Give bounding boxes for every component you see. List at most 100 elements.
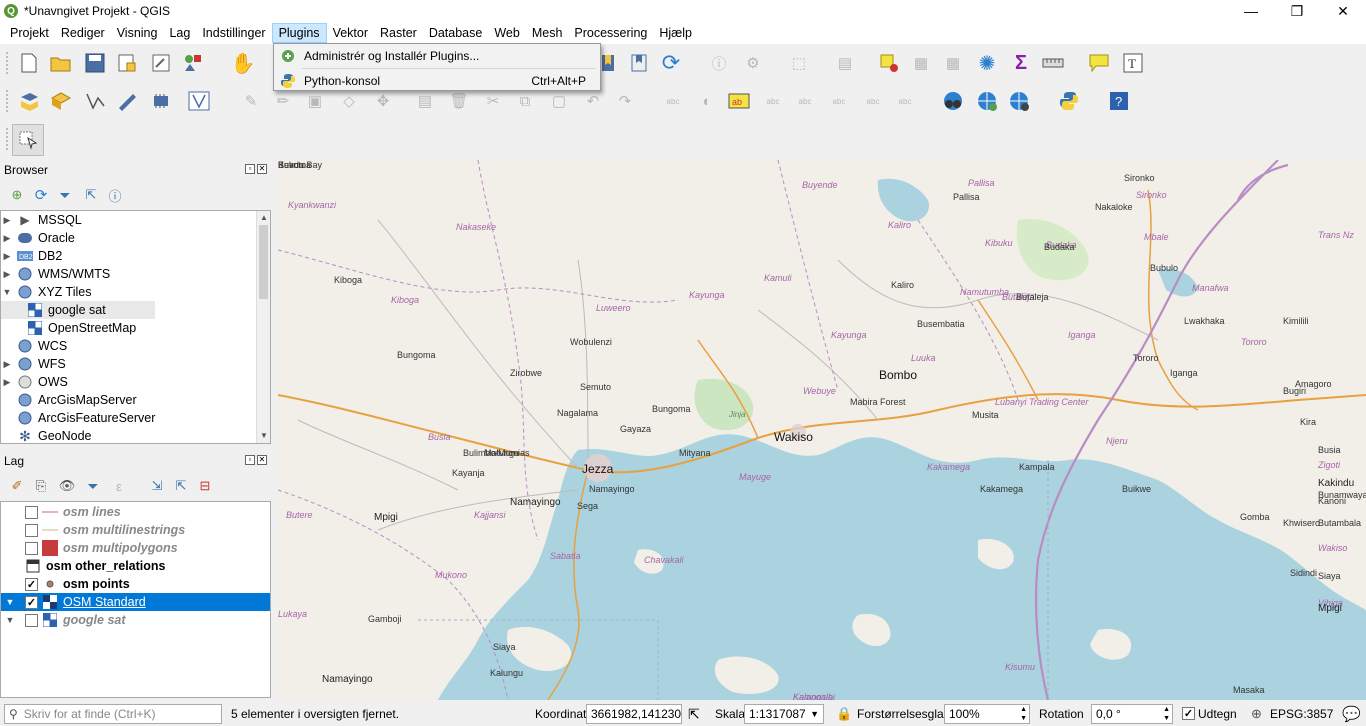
- close-panel-icon[interactable]: ✕: [257, 164, 267, 174]
- pan-map-icon[interactable]: ✋: [231, 52, 256, 75]
- paste-features-icon[interactable]: ▢: [548, 90, 570, 112]
- browser-item[interactable]: ▶ WMS/WMTS: [1, 265, 270, 283]
- expand-arrow-icon[interactable]: ▶: [1, 359, 13, 370]
- new-mesh-layer-icon[interactable]: [188, 90, 210, 112]
- toolbar-grip[interactable]: [6, 90, 10, 112]
- menu-rediger[interactable]: Rediger: [55, 24, 111, 42]
- select-attribute-icon[interactable]: ▤: [834, 52, 856, 74]
- browser-item[interactable]: ▶ ▶ MSSQL: [1, 211, 270, 229]
- collapse-arrow-icon[interactable]: ▼: [1, 287, 13, 297]
- browser-item[interactable]: ▶ Oracle: [1, 229, 270, 247]
- refresh-icon[interactable]: ⟳: [660, 50, 682, 75]
- delete-selected-icon[interactable]: 🗑: [448, 90, 470, 112]
- open-project-icon[interactable]: [50, 52, 72, 74]
- label-toolbar-icon[interactable]: abc: [662, 90, 684, 112]
- new-print-layout-icon[interactable]: [116, 52, 138, 74]
- add-wms-layer-icon[interactable]: [976, 90, 998, 112]
- menu-web[interactable]: Web: [488, 24, 525, 42]
- attribute-table-icon[interactable]: ▦: [910, 52, 932, 74]
- expand-arrow-icon[interactable]: ▶: [1, 233, 13, 244]
- style-manager-icon[interactable]: [182, 52, 204, 74]
- locator-search-input[interactable]: ⚲ Skriv for at finde (Ctrl+K): [4, 704, 222, 724]
- collapse-all-icon[interactable]: ⇱: [170, 475, 192, 497]
- layer-item[interactable]: osm lines: [1, 503, 270, 521]
- spin-arrows-icon[interactable]: ▲ ▼: [1020, 705, 1027, 723]
- magnifier-spinbox[interactable]: 100% ▲ ▼: [944, 704, 1030, 724]
- highlight-pinned-labels-icon[interactable]: ab: [728, 90, 750, 112]
- collapse-arrow-icon[interactable]: ▼: [1, 597, 19, 607]
- close-button[interactable]: ✕: [1320, 0, 1366, 22]
- browser-item[interactable]: WCS: [1, 337, 270, 355]
- new-scratch-layer-icon[interactable]: [116, 90, 138, 112]
- save-edits-icon[interactable]: ▣: [304, 90, 326, 112]
- layer-checkbox[interactable]: [25, 613, 38, 627]
- expand-arrow-icon[interactable]: ▶: [1, 251, 13, 262]
- new-virtual-layer-icon[interactable]: [150, 90, 172, 112]
- save-project-icon[interactable]: [84, 52, 106, 74]
- layer-item[interactable]: osm multilinestrings: [1, 521, 270, 539]
- modify-attributes-icon[interactable]: ▤: [414, 90, 436, 112]
- expand-all-icon[interactable]: ⇲: [146, 475, 168, 497]
- identify-features-icon[interactable]: ⓘ: [708, 52, 730, 74]
- layer-item-selected[interactable]: ▼ ✓ OSM Standard: [1, 593, 270, 611]
- copy-features-icon[interactable]: ⧉: [514, 90, 536, 112]
- menu-indstillinger[interactable]: Indstillinger: [196, 24, 271, 42]
- lock-icon[interactable]: 🔒: [836, 706, 852, 722]
- cut-features-icon[interactable]: ✂: [482, 90, 504, 112]
- refresh-browser-icon[interactable]: ⟳: [30, 184, 52, 206]
- browser-item-selected[interactable]: google sat: [1, 301, 155, 319]
- toolbar-grip[interactable]: [6, 52, 10, 74]
- browser-item[interactable]: ▼ XYZ Tiles: [1, 283, 270, 301]
- messages-icon[interactable]: 💬: [1342, 705, 1361, 723]
- browser-item[interactable]: ▶ DB2 DB2: [1, 247, 270, 265]
- feature-action-icon[interactable]: ⚙: [742, 52, 764, 74]
- menu-visning[interactable]: Visning: [111, 24, 164, 42]
- new-geopackage-layer-icon[interactable]: [50, 90, 72, 112]
- scrollbar-thumb[interactable]: [259, 225, 268, 299]
- add-spatial-bookmark-icon[interactable]: [598, 52, 620, 74]
- add-wfs-layer-icon[interactable]: [1008, 90, 1030, 112]
- maximize-button[interactable]: ❐: [1274, 0, 1320, 22]
- diagram-options-icon[interactable]: ◐: [696, 90, 718, 112]
- layer-item[interactable]: ✓ osm points: [1, 575, 270, 593]
- rotation-spinbox[interactable]: 0,0 ° ▲ ▼: [1091, 704, 1173, 724]
- expand-arrow-icon[interactable]: ▶: [1, 215, 13, 226]
- layer-checkbox[interactable]: [25, 505, 38, 519]
- deselect-features-icon[interactable]: [878, 52, 900, 74]
- layer-item[interactable]: osm multipolygons: [1, 539, 270, 557]
- browser-item[interactable]: ArcGisFeatureServer: [1, 409, 270, 427]
- menu-database[interactable]: Database: [423, 24, 489, 42]
- add-feature-icon[interactable]: ◇: [338, 90, 360, 112]
- map-tips-icon[interactable]: [1088, 52, 1110, 74]
- select-features-icon[interactable]: ⬚: [788, 52, 810, 74]
- toggle-editing-icon[interactable]: ✏: [272, 90, 294, 112]
- current-edits-icon[interactable]: ✎: [240, 90, 262, 112]
- collapse-arrow-icon[interactable]: ▼: [1, 615, 19, 625]
- help-contents-icon[interactable]: ?: [1108, 90, 1130, 112]
- crs-label[interactable]: EPSG:3857: [1270, 707, 1333, 721]
- python-console-item[interactable]: Python-konsol Ctrl+Alt+P: [274, 70, 600, 92]
- style-layer-icon[interactable]: ✐: [6, 475, 28, 497]
- filter-expression-icon[interactable]: ε: [108, 475, 130, 497]
- browser-scrollbar[interactable]: ▲ ▼: [256, 211, 270, 443]
- layer-checkbox[interactable]: ✓: [25, 595, 38, 609]
- new-project-icon[interactable]: [18, 52, 40, 74]
- spin-arrows-icon[interactable]: ▲ ▼: [1163, 705, 1170, 723]
- browser-item[interactable]: ▶ WFS: [1, 355, 270, 373]
- menu-mesh[interactable]: Mesh: [526, 24, 569, 42]
- show-hide-labels-icon[interactable]: abc: [794, 90, 816, 112]
- manage-install-plugins-item[interactable]: Administrér og Installér Plugins...: [274, 45, 600, 67]
- python-console-icon[interactable]: [1058, 90, 1080, 112]
- close-panel-icon[interactable]: ✕: [257, 455, 267, 465]
- vertex-tool-icon[interactable]: ✥: [372, 90, 394, 112]
- add-layer-icon[interactable]: ⊕: [6, 184, 28, 206]
- layout-manager-icon[interactable]: [150, 52, 172, 74]
- menu-plugins[interactable]: Plugins: [271, 23, 327, 43]
- text-annotation-icon[interactable]: T: [1122, 52, 1144, 74]
- toolbar-grip[interactable]: [6, 128, 10, 150]
- float-panel-icon[interactable]: ▫: [245, 455, 255, 465]
- change-label-icon[interactable]: abc: [894, 90, 916, 112]
- menu-lag[interactable]: Lag: [163, 24, 196, 42]
- layer-item[interactable]: osm other_relations: [1, 557, 270, 575]
- menu-projekt[interactable]: Projekt: [4, 24, 55, 42]
